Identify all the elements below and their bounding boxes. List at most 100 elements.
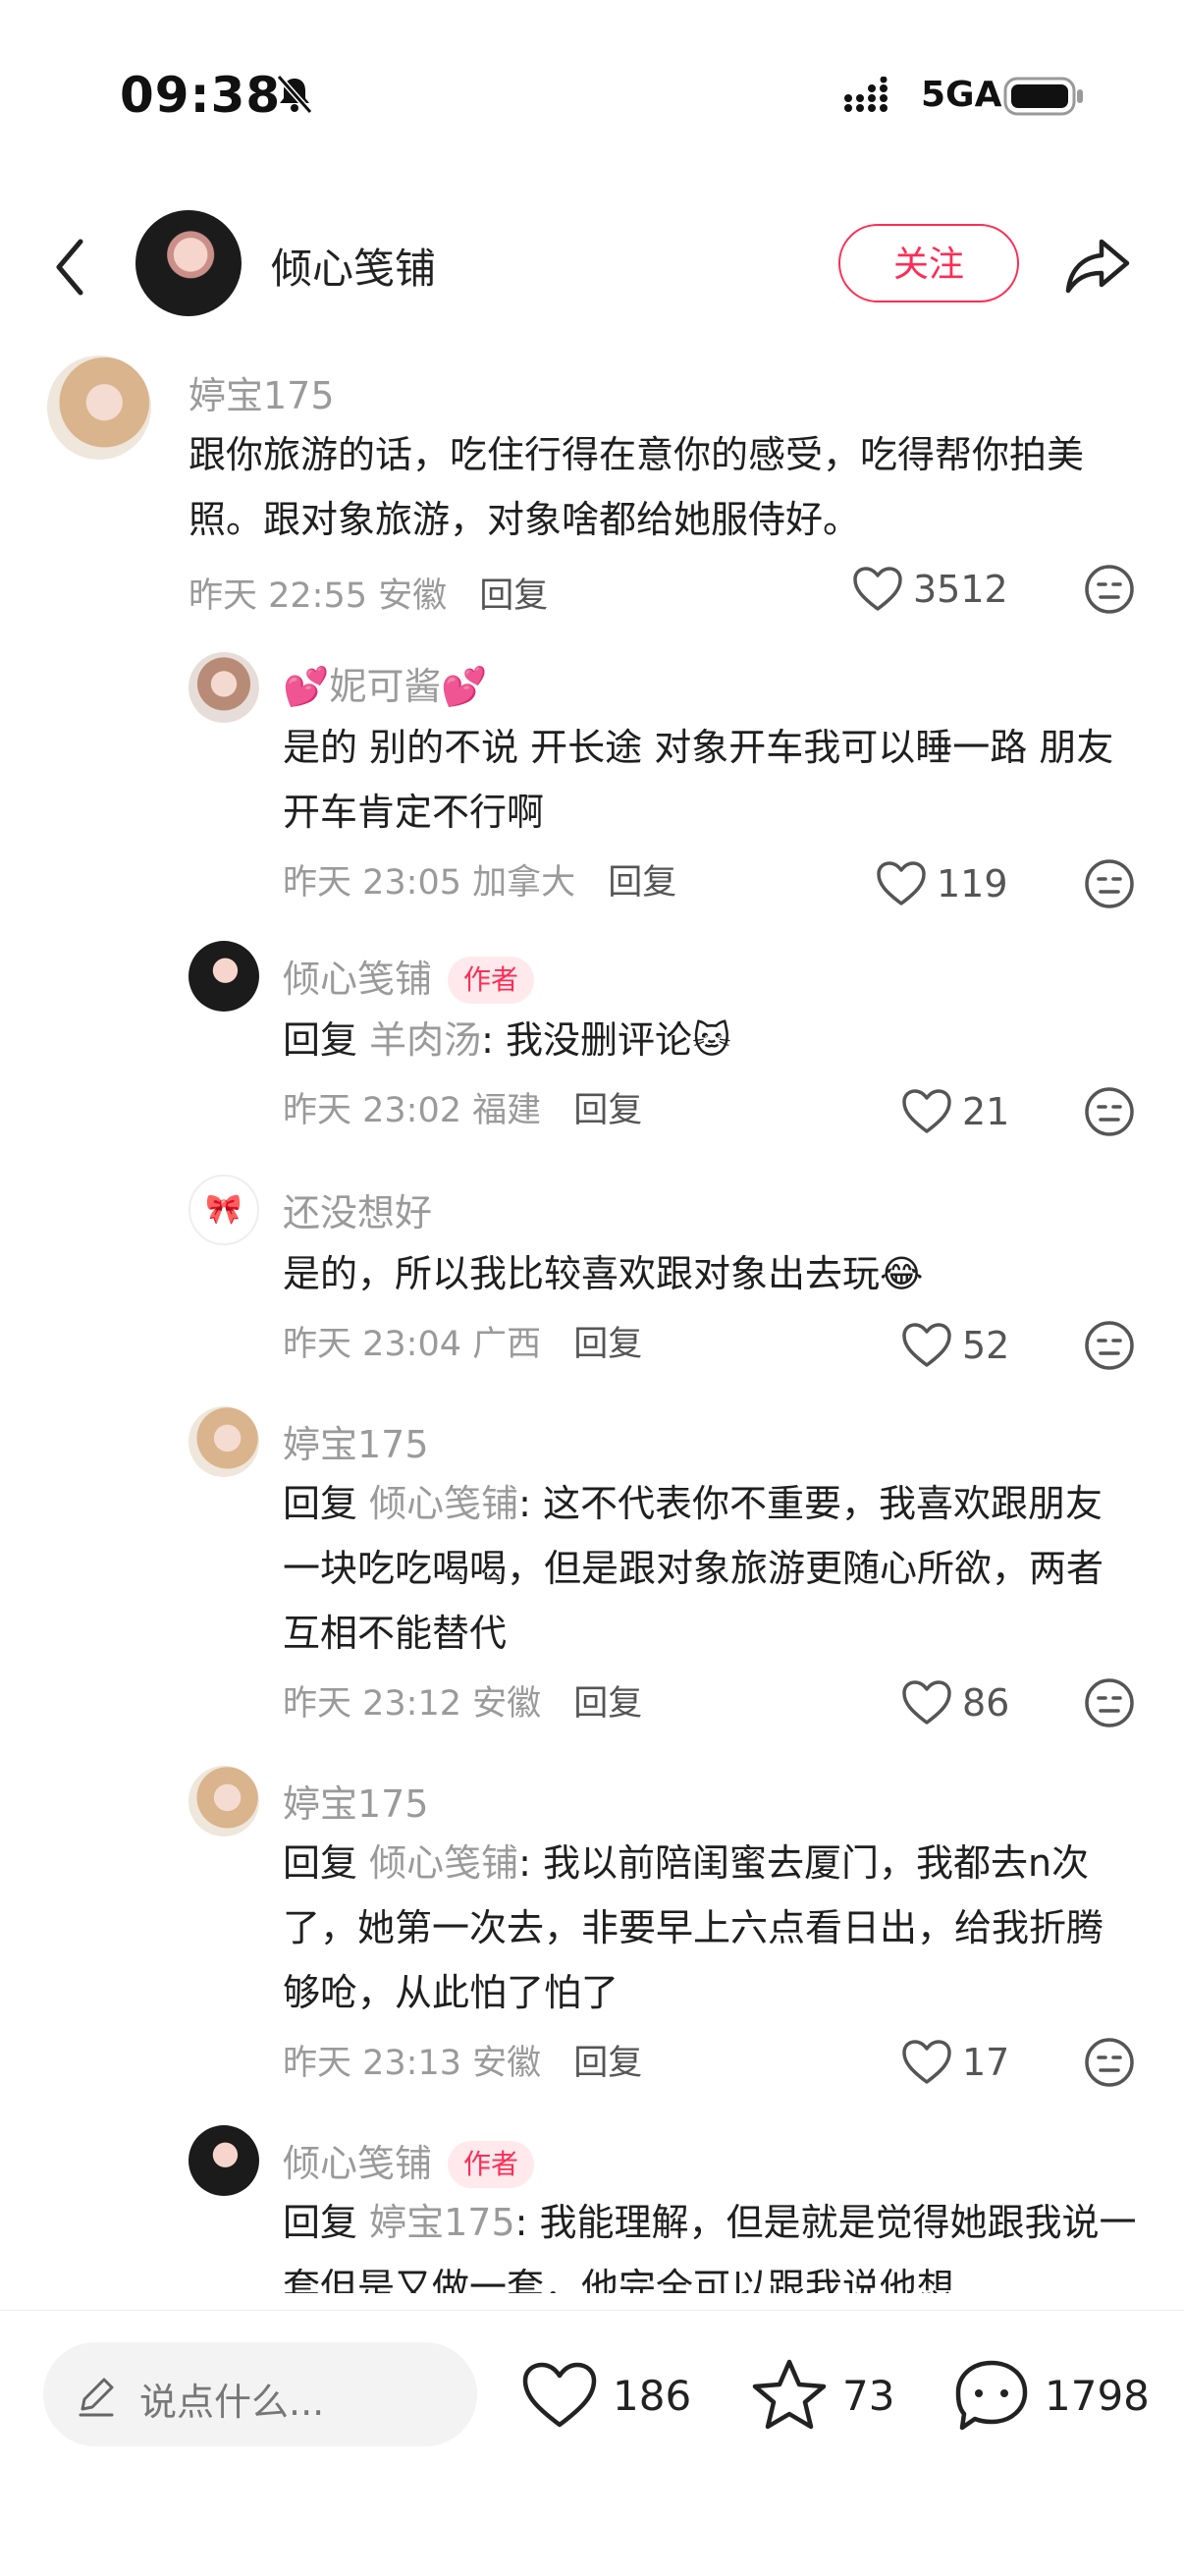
commenter-name[interactable]: 倾心笺铺 作者 [283,949,535,1004]
like-button[interactable]: 86 [901,1675,1009,1730]
bell-muted-icon [273,73,316,120]
comment-text: 回复 倾心笺铺: 这不代表你不重要，我喜欢跟朋友一块吃吃喝喝，但是跟对象旅游更随… [283,1482,1104,1655]
heart-emoji-icon: 💕 [441,665,488,708]
dislike-button[interactable] [1084,2037,1135,2088]
commenter-name[interactable]: 婷宝175 [283,1774,429,1828]
post-header: 倾心笺铺 关注 [0,196,1184,334]
like-count: 52 [962,1324,1010,1367]
comment-text: 是的，所以我比较喜欢跟对象出去玩😂 [283,1252,924,1295]
reply-button[interactable]: 回复 [573,2044,642,2083]
comment-meta: 昨天 23:02 福建 回复 [283,1082,642,1132]
heart-icon [853,567,902,611]
reply-button[interactable]: 回复 [573,1091,642,1130]
commenter-avatar[interactable] [188,1766,259,1836]
status-time: 09:38 [120,67,282,124]
commenter-name[interactable]: 💕妮可酱💕 [283,656,488,710]
comment-location: 福建 [472,1091,542,1130]
author-badge: 作者 [448,957,535,1004]
chevron-left-icon [56,239,83,296]
comment-time: 昨天 22:55 [188,576,367,616]
comment-time: 昨天 23:12 [283,1684,461,1724]
comment-text: 回复 婷宝175: 我能理解，但是就是觉得她跟我说一套但是又做一套，他完全可以跟… [283,2201,1137,2293]
mention-link[interactable]: 婷宝175 [369,2201,515,2244]
like-count: 3512 [913,568,1008,611]
meh-face-icon [1085,1321,1134,1370]
comment-input-placeholder: 说点什么... [139,2381,325,2424]
heart-emoji-icon: 💕 [283,665,330,708]
favorite-count: 73 [842,2371,895,2420]
comment-location: 加拿大 [472,863,576,903]
commenter-name[interactable]: 婷宝175 [283,1414,429,1468]
comment-location: 安徽 [378,576,448,616]
comment-time: 昨天 23:02 [283,1091,461,1130]
heart-icon [902,1680,951,1725]
meh-face-icon [1085,565,1134,614]
like-button[interactable]: 52 [901,1318,1009,1373]
commenter-avatar[interactable] [188,1406,259,1477]
heart-icon [902,2040,951,2084]
status-bar: 09:38 5GA [0,0,1184,187]
comment-meta: 昨天 23:12 安徽 回复 [283,1675,642,1726]
pencil-icon [79,2378,114,2417]
commenter-avatar[interactable] [188,941,259,1012]
comment-location: 安徽 [472,1684,542,1724]
share-icon [1065,239,1130,294]
meh-face-icon [1085,1087,1134,1136]
like-button[interactable]: 17 [901,2035,1009,2090]
comment-location: 安徽 [472,2044,542,2083]
share-button[interactable] [1062,230,1133,301]
author-avatar[interactable] [135,210,242,316]
commenter-name[interactable]: 婷宝175 [188,365,335,419]
network-label: 5GA [921,75,1002,115]
comment-text: 回复 倾心笺铺: 我以前陪闺蜜去厦门，我都去n次了，她第一次去，非要早上六点看日… [283,1841,1104,2014]
commenter-avatar[interactable]: 🎀 [188,1175,259,1245]
favorite-button[interactable]: 73 [750,2352,894,2439]
comment-time: 昨天 23:04 [283,1325,461,1364]
like-button[interactable]: 3512 [852,562,1008,617]
commenter-avatar[interactable] [188,652,259,723]
mention-link[interactable]: 羊肉汤 [369,1018,481,1062]
author-badge: 作者 [448,2141,535,2188]
signal-icon [842,76,901,120]
dislike-button[interactable] [1084,1086,1135,1137]
comment-time: 昨天 23:05 [283,863,461,903]
heart-icon [522,2362,597,2428]
reply-button[interactable]: 回复 [573,1325,642,1364]
comment-text: 是的 别的不说 开长途 对象开车我可以睡一路 朋友开车肯定不行啊 [283,726,1114,834]
dislike-button[interactable] [1084,564,1135,615]
battery-icon [1003,75,1086,122]
heart-icon [902,1323,951,1367]
author-name[interactable]: 倾心笺铺 [271,236,436,296]
comment-text: 跟你旅游的话，吃住行得在意你的感受，吃得帮你拍美照。跟对象旅游，对象啥都给她服侍… [188,433,1085,541]
comment-meta: 昨天 23:05 加拿大 回复 [283,854,676,904]
dislike-button[interactable] [1084,1320,1135,1371]
reply-button[interactable]: 回复 [573,1684,642,1724]
mention-link[interactable]: 倾心笺铺 [369,1841,518,1885]
reply-button[interactable]: 回复 [608,863,676,903]
commenter-avatar[interactable] [47,356,151,460]
commenter-avatar[interactable] [188,2125,259,2196]
heart-icon [902,1089,951,1133]
post-like-button[interactable]: 186 [520,2352,691,2439]
like-button[interactable]: 119 [876,856,1008,911]
commenter-name[interactable]: 还没想好 [283,1182,432,1236]
dislike-button[interactable] [1084,858,1135,909]
commenter-name[interactable]: 倾心笺铺 作者 [283,2133,535,2188]
post-like-count: 186 [613,2371,692,2420]
bow-icon: 🎀 [205,1192,242,1227]
dislike-button[interactable] [1084,1677,1135,1728]
like-count: 21 [962,1090,1010,1133]
like-button[interactable]: 21 [901,1084,1009,1139]
comment-time: 昨天 23:13 [283,2044,461,2083]
reply-button[interactable]: 回复 [479,576,548,616]
meh-face-icon [1085,859,1134,908]
comment-meta: 昨天 22:55 安徽 回复 [188,568,548,618]
comment-input[interactable]: 说点什么... [43,2342,477,2446]
mention-link[interactable]: 倾心笺铺 [369,1482,518,1525]
comments-button[interactable]: 1798 [952,2352,1150,2439]
follow-button[interactable]: 关注 [838,224,1019,302]
meh-face-icon [1085,2038,1134,2087]
star-icon [752,2359,827,2430]
back-button[interactable] [47,228,98,306]
comment-count: 1798 [1045,2371,1150,2420]
